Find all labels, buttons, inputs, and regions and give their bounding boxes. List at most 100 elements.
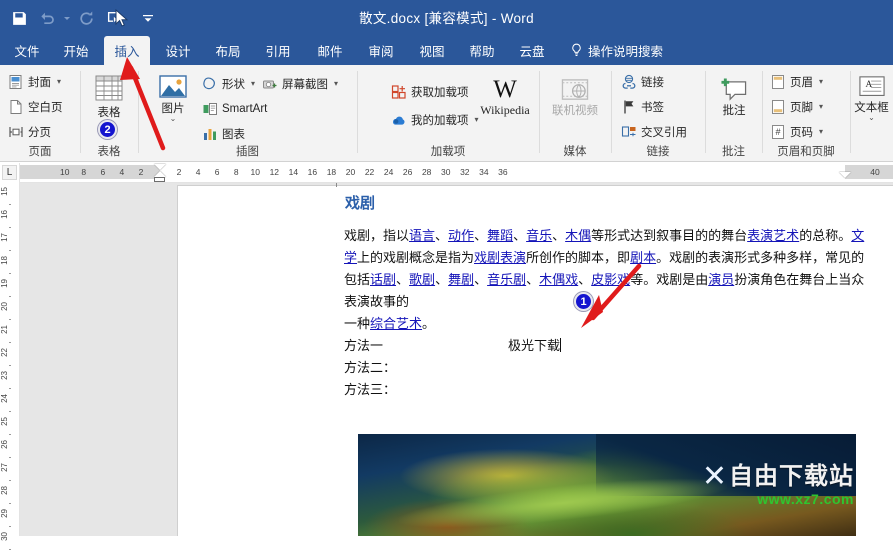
document-body[interactable]: 戏剧 戏剧，指以语言、动作、舞蹈、音乐、木偶等形式达到叙事目的的舞台表演艺术的总… (178, 186, 893, 536)
tab-8[interactable]: 视图 (412, 36, 452, 65)
vruler-tick: 26 (0, 440, 9, 449)
link-button[interactable]: 链接 (621, 71, 664, 92)
vertical-ruler[interactable]: L 15 16 17 18 19 20 21 22 23 24 25 26 27 28 29 30 (0, 163, 20, 550)
cross-reference-button[interactable]: 交叉引用 (621, 121, 687, 142)
tab-4[interactable]: 布局 (208, 36, 248, 65)
ribbon-group-pages: 封面 ▾ 空白页 分页 页面 (0, 65, 80, 161)
document-hyperlink[interactable]: 歌剧 (409, 273, 435, 288)
right-indent-marker[interactable] (839, 172, 851, 178)
ribbon-group-links: 链接 书签 交叉引用 链接 (611, 65, 705, 161)
ribbon-group-label-comments: 批注 (722, 146, 745, 158)
screenshot-button[interactable]: 屏幕截图 ▾ (262, 73, 338, 94)
smartart-button[interactable]: SmartArt (202, 98, 267, 119)
chevron-down-icon[interactable]: ▾ (819, 127, 823, 136)
my-addins-button[interactable]: 我的加载项 ▾ (391, 109, 479, 130)
document-method-line-3: 方法三： (344, 380, 396, 402)
tab-10[interactable]: 云盘 (512, 36, 552, 65)
tab-label: 布局 (215, 45, 241, 59)
document-hyperlink[interactable]: 语言 (409, 229, 435, 244)
document-hyperlink[interactable]: 动作 (448, 229, 474, 244)
vruler-tick: 25 (0, 417, 9, 426)
page-number-button[interactable]: # 页码 ▾ (770, 121, 823, 142)
document-hyperlink[interactable]: 综合艺术 (370, 317, 422, 332)
page-break-button[interactable]: 分页 (8, 121, 51, 142)
vruler-tick: 28 (0, 486, 9, 495)
my-addins-icon (392, 116, 405, 125)
tab-0[interactable]: 文件 (8, 36, 46, 65)
shapes-button[interactable]: 形状 ▾ (202, 73, 255, 94)
vruler-tick: 15 (0, 187, 9, 196)
tab-5[interactable]: 引用 (258, 36, 298, 65)
tab-label: 视图 (419, 45, 445, 59)
tab-7[interactable]: 审阅 (361, 36, 401, 65)
get-addins-icon (391, 84, 406, 99)
chevron-down-icon[interactable]: ▾ (819, 77, 823, 86)
vruler-dash (9, 296, 11, 297)
chevron-down-icon[interactable]: ⌄ (868, 114, 875, 122)
document-text-run: 戏剧，指以 (344, 229, 410, 244)
tell-me-label: 操作说明搜索 (588, 45, 664, 59)
document-text-run: 、 (474, 229, 488, 244)
ribbon-group-label-pages: 页面 (28, 146, 52, 158)
document-hyperlink[interactable]: 舞剧 (448, 273, 474, 288)
wikipedia-button[interactable]: W Wikipedia (475, 77, 535, 117)
header-button[interactable]: 页眉 ▾ (770, 71, 823, 92)
tab-9[interactable]: 帮助 (462, 36, 502, 65)
vruler-dash (9, 457, 11, 458)
annotation-arrow-document (581, 263, 642, 328)
document-page[interactable]: 戏剧 戏剧，指以语言、动作、舞蹈、音乐、木偶等形式达到叙事目的的舞台表演艺术的总… (178, 183, 893, 536)
text-box-button[interactable]: A 文本框 ⌄ (850, 75, 893, 122)
ruler-tick: 4 (195, 167, 201, 177)
blank-page-button[interactable]: 空白页 (8, 96, 63, 117)
ruler-tick: 40 (870, 167, 880, 177)
online-video-button[interactable]: 联机视频 (549, 77, 601, 117)
footer-button[interactable]: 页脚 ▾ (770, 96, 823, 117)
ruler-tick: 32 (460, 167, 470, 177)
bookmark-label: 书签 (641, 101, 664, 114)
first-line-indent-marker[interactable] (154, 164, 166, 170)
document-hyperlink[interactable]: 音乐 (526, 229, 552, 244)
chart-button[interactable]: 图表 (202, 123, 245, 144)
vruler-dash (9, 319, 11, 320)
document-hyperlink[interactable]: 木偶 (565, 229, 591, 244)
document-hyperlink[interactable]: 舞蹈 (487, 229, 513, 244)
chevron-down-icon[interactable]: ▾ (251, 79, 255, 88)
chevron-down-icon[interactable]: ▾ (57, 77, 61, 86)
landscape-photo[interactable]: ✕ 自由下载站 www.xz7.com (358, 434, 856, 536)
cover-page-button[interactable]: 封面 ▾ (8, 71, 61, 92)
ruler-right-margin (845, 165, 893, 179)
svg-text:A: A (865, 80, 872, 90)
svg-text:#: # (775, 127, 780, 137)
horizontal-ruler[interactable]: 10 8 6 4 2 2 4 6 8 10 12 14 16 18 20 22 24 26 28 30 32 34 36 40 (20, 163, 893, 183)
get-addins-button[interactable]: 获取加载项 (391, 81, 469, 102)
chevron-down-icon[interactable]: ⌄ (170, 115, 177, 123)
ribbon-group-label-media: 媒体 (563, 146, 587, 158)
document-hyperlink[interactable]: 话剧 (370, 273, 396, 288)
document-hyperlink[interactable]: 演员 (708, 273, 734, 288)
bookmark-button[interactable]: 书签 (621, 96, 664, 117)
title-bar: 散文.docx [兼容模式] - Word (0, 0, 893, 36)
ruler-tick: 16 (307, 167, 318, 177)
vruler-tick: 19 (0, 279, 9, 288)
new-comment-button[interactable]: 批注 (711, 77, 757, 117)
chevron-down-icon[interactable]: ▾ (819, 102, 823, 111)
chevron-down-icon[interactable]: ▾ (334, 79, 338, 88)
ruler-tick: 22 (364, 167, 375, 177)
document-text-run: 、 (435, 229, 449, 244)
document-hyperlink[interactable]: 表演艺术 (747, 229, 799, 244)
left-indent-marker[interactable] (154, 177, 165, 182)
tab-6[interactable]: 邮件 (310, 36, 350, 65)
document-hyperlink[interactable]: 戏剧表演 (474, 251, 526, 266)
smartart-label: SmartArt (222, 102, 268, 115)
tell-me-search[interactable]: 操作说明搜索 (570, 36, 663, 65)
vruler-tick: 22 (0, 348, 9, 357)
ruler-tick: 10 (60, 167, 70, 177)
document-hyperlink[interactable]: 音乐剧 (487, 273, 526, 288)
document-text-run: 、 (474, 273, 488, 288)
document-text-run: 、 (513, 229, 527, 244)
ruler-tick: 2 (138, 167, 144, 177)
chevron-down-icon[interactable]: ▾ (475, 115, 479, 124)
tab-stop-selector[interactable]: L (2, 165, 17, 180)
tab-1[interactable]: 开始 (56, 36, 96, 65)
document-text-run: 的总称。 (799, 229, 852, 244)
